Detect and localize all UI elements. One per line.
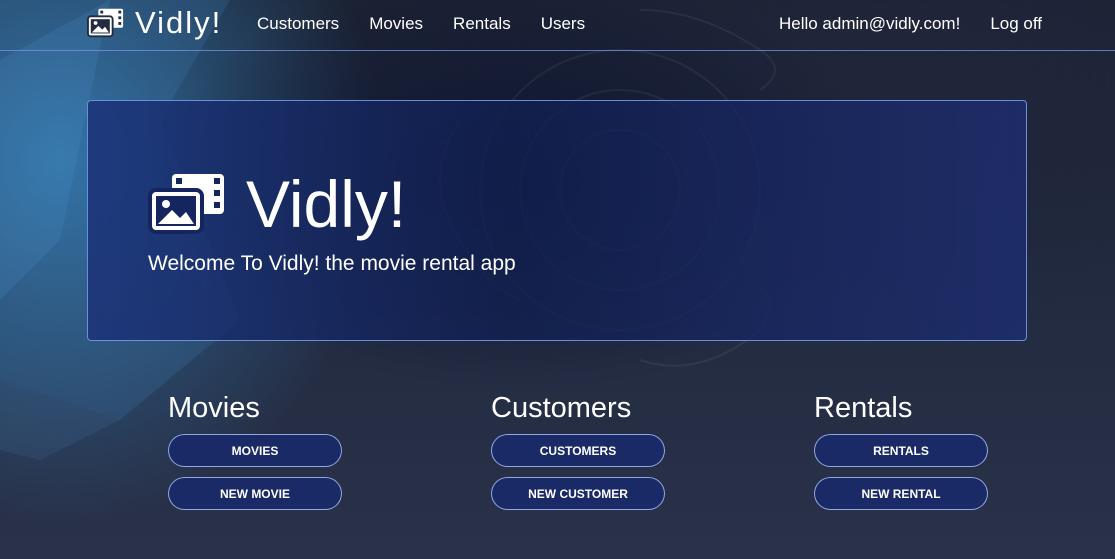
jumbotron-subtitle: Welcome To Vidly! the movie rental app [148,252,516,275]
jumbotron-title: Vidly! [148,169,406,239]
user-greeting-link[interactable]: Hello admin@vidly.com! [779,14,960,34]
customers-button[interactable]: CUSTOMERS [491,434,665,467]
photo-film-icon [87,7,125,39]
nav-link-rentals[interactable]: Rentals [453,14,511,34]
new-customer-button[interactable]: NEW CUSTOMER [491,477,665,510]
new-rental-button[interactable]: NEW RENTAL [814,477,988,510]
section-customers: Customers CUSTOMERS NEW CUSTOMER [491,391,671,510]
navbar: Vidly! Customers Movies Rentals Users He… [0,0,1115,51]
navbar-brand[interactable]: Vidly! [87,4,222,42]
section-heading-movies: Movies [168,392,260,424]
nav-links: Customers Movies Rentals Users [257,14,585,34]
jumbotron-heading: Vidly! [246,167,407,241]
nav-link-movies[interactable]: Movies [369,14,423,34]
section-heading-rentals: Rentals [814,392,913,424]
rentals-button[interactable]: RENTALS [814,434,988,467]
section-heading-customers: Customers [491,392,632,424]
photo-film-icon [148,172,228,236]
brand-name: Vidly! [135,5,223,40]
new-movie-button[interactable]: NEW MOVIE [168,477,342,510]
jumbotron: Vidly! Welcome To Vidly! the movie renta… [87,100,1027,341]
logoff-link[interactable]: Log off [990,14,1042,34]
nav-user-area: Hello admin@vidly.com! Log off [779,14,1042,34]
section-rentals: Rentals RENTALS NEW RENTAL [814,391,994,510]
movies-button[interactable]: MOVIES [168,434,342,467]
section-movies: Movies MOVIES NEW MOVIE [168,391,348,510]
nav-link-customers[interactable]: Customers [257,14,339,34]
nav-link-users[interactable]: Users [541,14,585,34]
